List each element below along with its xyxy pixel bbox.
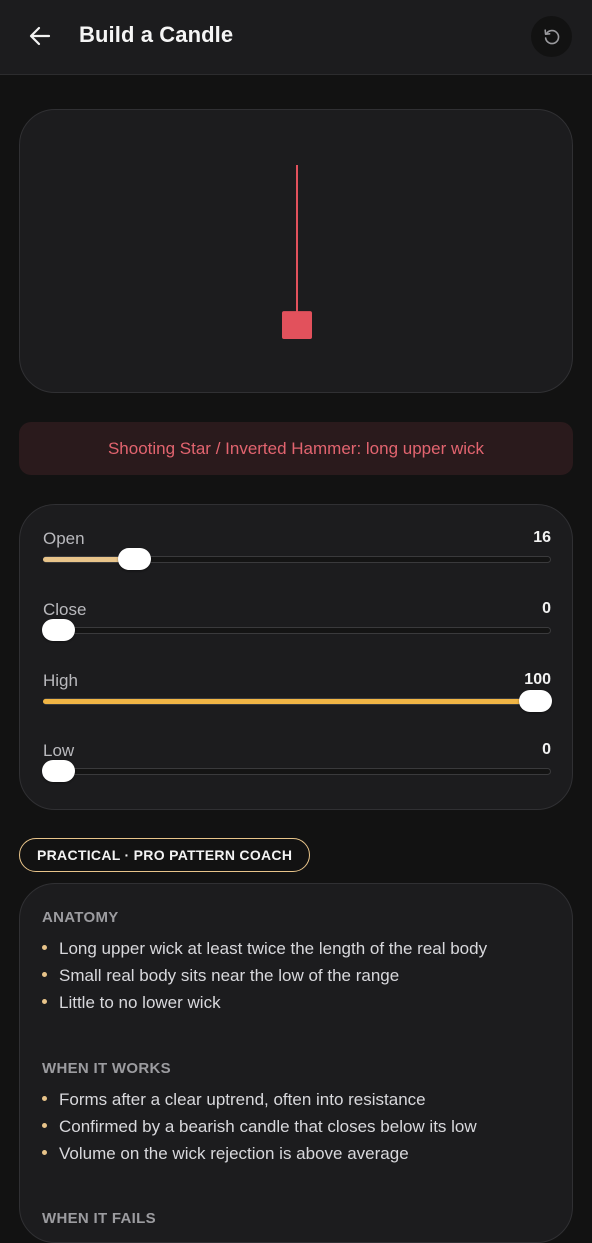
section-title-when-it-works: WHEN IT WORKS — [42, 1060, 171, 1077]
reset-icon — [543, 28, 559, 44]
bullet-dot-icon — [42, 1123, 47, 1129]
app-bar: Build a Candle — [0, 0, 592, 75]
pattern-detection-banner: Shooting Star / Inverted Hammer: long up… — [19, 422, 573, 475]
open-slider[interactable]: Open 16 — [42, 529, 552, 589]
bullet-dot-icon — [42, 945, 47, 951]
low-slider[interactable]: Low 0 — [42, 741, 552, 801]
list-item: Small real body sits near the low of the… — [42, 966, 399, 986]
candle-canvas — [19, 109, 573, 393]
list-item: Forms after a clear uptrend, often into … — [42, 1090, 426, 1110]
candle-chart — [282, 165, 312, 339]
arrow-left-icon — [29, 26, 51, 46]
list-item: Volume on the wick rejection is above av… — [42, 1144, 409, 1164]
slider-fill — [43, 699, 549, 704]
slider-value-open: 16 — [533, 529, 551, 546]
list-item: Long upper wick at least twice the lengt… — [42, 939, 487, 959]
bullet-dot-icon — [42, 1150, 47, 1156]
close-slider[interactable]: Close 0 — [42, 600, 552, 660]
bullet-dot-icon — [42, 999, 47, 1005]
bullet-dot-icon — [42, 1096, 47, 1102]
slider-track[interactable] — [43, 768, 551, 775]
coach-badge: PRACTICAL · PRO PATTERN COACH — [19, 838, 311, 872]
page-title: Build a Candle — [79, 22, 234, 47]
slider-label-open: Open — [43, 529, 85, 548]
pattern-coach-card: ANATOMY Long upper wick at least twice t… — [19, 883, 573, 1243]
list-item: Confirmed by a bearish candle that close… — [42, 1117, 477, 1137]
slider-fill — [43, 557, 124, 562]
section-title-anatomy: ANATOMY — [42, 909, 119, 926]
pattern-text: Shooting Star / Inverted Hammer: long up… — [107, 438, 485, 458]
list-item: Little to no lower wick — [42, 993, 221, 1013]
slider-label-high: High — [43, 671, 78, 690]
high-slider[interactable]: High 100 — [42, 671, 552, 731]
slider-thumb-open[interactable] — [118, 548, 151, 570]
slider-value-high: 100 — [524, 671, 551, 688]
slider-label-close: Close — [43, 600, 87, 619]
reset-button[interactable] — [531, 16, 572, 57]
slider-thumb-close[interactable] — [42, 619, 75, 641]
slider-track[interactable] — [43, 627, 551, 634]
slider-thumb-high[interactable] — [519, 690, 552, 712]
slider-thumb-low[interactable] — [42, 760, 75, 782]
section-title-when-it-fails: WHEN IT FAILS — [42, 1210, 156, 1227]
slider-value-close: 0 — [542, 600, 551, 617]
slider-value-low: 0 — [542, 741, 551, 758]
back-button[interactable] — [22, 18, 58, 54]
ohlc-sliders-card: Open 16 Close 0 High 100 Low 0 — [19, 504, 573, 810]
candle-body — [282, 311, 312, 339]
bullet-dot-icon — [42, 972, 47, 978]
slider-label-low: Low — [43, 741, 75, 760]
